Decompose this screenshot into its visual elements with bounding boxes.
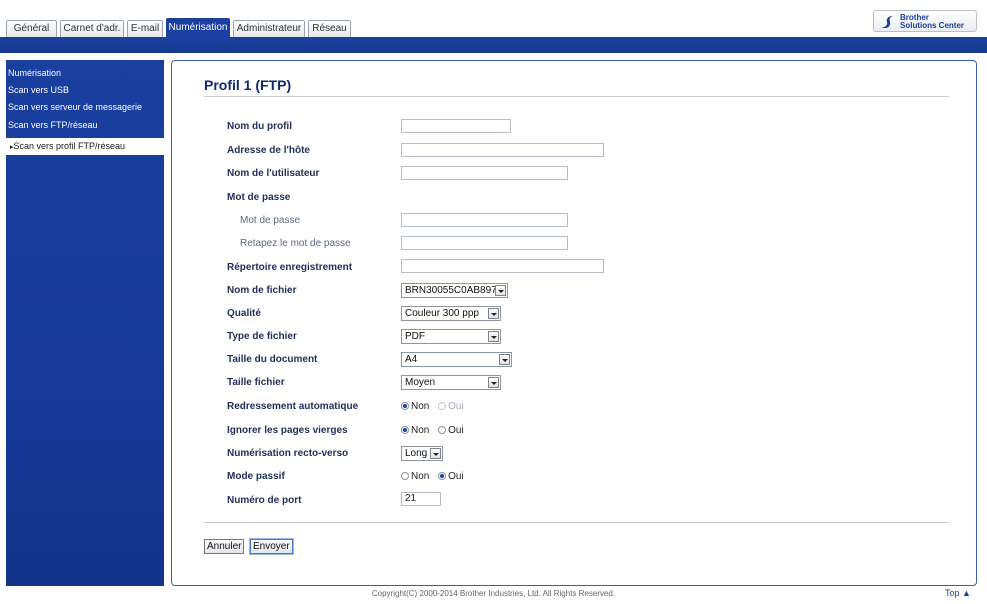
file-type-label: Type de fichier (227, 331, 297, 342)
duplex-select-value: Long (405, 448, 428, 459)
brother-swoosh-icon (881, 16, 893, 29)
password-confirm-label: Retapez le mot de passe (240, 238, 351, 249)
password-confirm-input[interactable] (401, 236, 568, 250)
tab-general[interactable]: Général (6, 20, 57, 37)
auto-deskew-radio-group: Non Oui (401, 401, 470, 412)
cancel-button[interactable]: Annuler (204, 539, 245, 554)
sidebar-item-scan-to-ftp-profile[interactable]: ▸Scan vers profil FTP/réseau (6, 138, 164, 155)
chevron-down-icon (488, 377, 499, 388)
passive-mode-radio-group: Non Oui (401, 471, 470, 482)
file-name-select[interactable]: BRN30055C0AB897 (401, 283, 508, 298)
sidebar-item-scan-to-email-server[interactable]: Scan vers serveur de messagerie (6, 99, 164, 116)
file-size-label: Taille fichier (227, 377, 285, 388)
chevron-down-icon (430, 448, 441, 459)
skip-blank-radio-non[interactable] (401, 426, 409, 434)
tab-administrator[interactable]: Administrateur (233, 20, 305, 37)
top-tab-bar: Général Carnet d'adr. E-mail Numérisatio… (0, 0, 987, 38)
page-title: Profil 1 (FTP) (204, 77, 292, 93)
tab-network[interactable]: Réseau (308, 20, 351, 37)
document-size-select[interactable]: A4 (401, 352, 512, 367)
logo-line-2: Solutions Center (900, 21, 965, 30)
file-name-label: Nom de fichier (227, 285, 297, 296)
skip-blank-option-oui: Oui (448, 425, 464, 436)
duplex-label: Numérisation recto-verso (227, 448, 349, 459)
username-input[interactable] (401, 166, 568, 180)
header-bar (0, 37, 987, 53)
port-number-input[interactable]: 21 (401, 492, 441, 506)
sidebar-item-scan-to-usb[interactable]: Scan vers USB (6, 82, 164, 99)
skip-blank-label: Ignorer les pages vierges (227, 425, 348, 436)
passive-mode-label: Mode passif (227, 471, 285, 482)
brother-solutions-center-link[interactable]: Brother Solutions Center (873, 10, 977, 32)
auto-deskew-radio-oui[interactable] (438, 402, 447, 410)
port-number-label: Numéro de port (227, 495, 302, 506)
sidebar-item-scan[interactable]: Numérisation (6, 65, 164, 82)
username-label: Nom de l'utilisateur (227, 168, 320, 179)
file-type-select[interactable]: PDF (401, 329, 501, 344)
host-address-input[interactable] (401, 143, 604, 157)
passive-mode-radio-non[interactable] (401, 472, 409, 480)
quality-select-value: Couleur 300 ppp (405, 308, 479, 319)
auto-deskew-radio-non[interactable] (401, 402, 409, 410)
file-type-select-value: PDF (405, 331, 425, 342)
store-directory-input[interactable] (401, 259, 604, 273)
main-panel (171, 60, 977, 586)
skip-blank-option-non: Non (411, 425, 430, 436)
host-address-label: Adresse de l'hôte (227, 145, 310, 156)
password-label: Mot de passe (240, 215, 301, 226)
tab-email[interactable]: E-mail (127, 20, 163, 37)
document-size-select-value: A4 (405, 354, 418, 365)
skip-blank-radio-oui[interactable] (438, 426, 447, 434)
chevron-down-icon (495, 285, 506, 296)
skip-blank-radio-group: Non Oui (401, 425, 470, 436)
quality-select[interactable]: Couleur 300 ppp (401, 306, 501, 321)
file-name-select-value: BRN30055C0AB897 (405, 285, 497, 296)
store-directory-label: Répertoire enregistrement (227, 262, 353, 273)
file-size-select-value: Moyen (405, 377, 436, 388)
password-section-label: Mot de passe (227, 192, 291, 203)
auto-deskew-option-oui: Oui (448, 401, 464, 412)
sidebar-item-label: Scan vers profil FTP/réseau (13, 141, 126, 151)
passive-mode-option-oui: Oui (448, 471, 464, 482)
file-size-select[interactable]: Moyen (401, 375, 501, 390)
quality-label: Qualité (227, 308, 261, 319)
passive-mode-radio-oui[interactable] (438, 472, 447, 480)
document-size-label: Taille du document (227, 354, 318, 365)
auto-deskew-label: Redressement automatique (227, 401, 359, 412)
chevron-down-icon (488, 308, 499, 319)
passive-mode-option-non: Non (411, 471, 430, 482)
profile-name-label: Nom du profil (227, 121, 292, 132)
tab-address-book[interactable]: Carnet d'adr. (60, 20, 124, 37)
back-to-top-link[interactable]: Top ▲ (945, 588, 971, 598)
chevron-down-icon (499, 354, 510, 365)
submit-button[interactable]: Envoyer (250, 539, 293, 554)
tab-scan[interactable]: Numérisation (166, 18, 230, 38)
chevron-down-icon (488, 331, 499, 342)
copyright-text: Copyright(C) 2000-2014 Brother Industrie… (371, 589, 616, 598)
auto-deskew-option-non: Non (411, 401, 430, 412)
duplex-select[interactable]: Long (401, 446, 443, 461)
title-divider (204, 96, 949, 97)
password-input[interactable] (401, 213, 568, 227)
form-divider (204, 522, 949, 523)
sidebar-item-scan-to-ftp-network[interactable]: Scan vers FTP/réseau (6, 117, 164, 134)
profile-name-input[interactable] (401, 119, 511, 133)
